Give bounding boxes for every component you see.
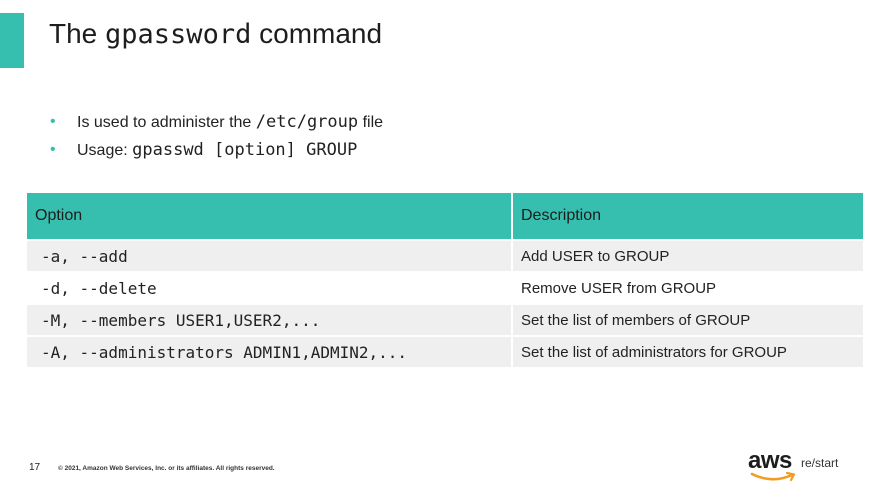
option-cell: -a, --add — [27, 239, 511, 271]
bullet-code: gpasswd [option] GROUP — [132, 140, 358, 160]
header-option: Option — [27, 193, 511, 239]
logo-restart-text: re/start — [801, 456, 839, 470]
bullet-dot-icon: • — [50, 113, 56, 130]
description-cell: Set the list of members of GROUP — [511, 303, 863, 335]
table-row: -a, --add Add USER to GROUP — [27, 239, 863, 271]
aws-restart-logo: aws re/start — [748, 447, 848, 487]
header-description: Description — [511, 193, 863, 239]
copyright-notice: © 2021, Amazon Web Services, Inc. or its… — [58, 465, 275, 472]
table-header-row: Option Description — [27, 193, 863, 239]
smile-arrow-icon — [750, 471, 796, 482]
bullet-list: • Is used to administer the /etc/group fi… — [50, 108, 383, 164]
option-cell: -M, --members USER1,USER2,... — [27, 303, 511, 335]
description-cell: Remove USER from GROUP — [511, 271, 863, 303]
options-table: Option Description -a, --add Add USER to… — [27, 193, 863, 367]
slide-title: The gpassword command — [49, 18, 383, 50]
accent-bar — [0, 13, 24, 68]
option-cell: -A, --administrators ADMIN1,ADMIN2,... — [27, 335, 511, 367]
table-row: -M, --members USER1,USER2,... Set the li… — [27, 303, 863, 335]
description-cell: Set the list of administrators for GROUP — [511, 335, 863, 367]
bullet-dot-icon: • — [50, 141, 56, 158]
bullet-item: • Usage: gpasswd [option] GROUP — [50, 136, 383, 164]
table-row: -d, --delete Remove USER from GROUP — [27, 271, 863, 303]
page-number: 17 — [29, 462, 41, 473]
option-cell: -d, --delete — [27, 271, 511, 303]
bullet-code: /etc/group — [255, 112, 359, 132]
title-command: gpassword — [105, 19, 252, 50]
description-cell: Add USER to GROUP — [511, 239, 863, 271]
bullet-item: • Is used to administer the /etc/group fi… — [50, 108, 383, 136]
table-row: -A, --administrators ADMIN1,ADMIN2,... S… — [27, 335, 863, 367]
